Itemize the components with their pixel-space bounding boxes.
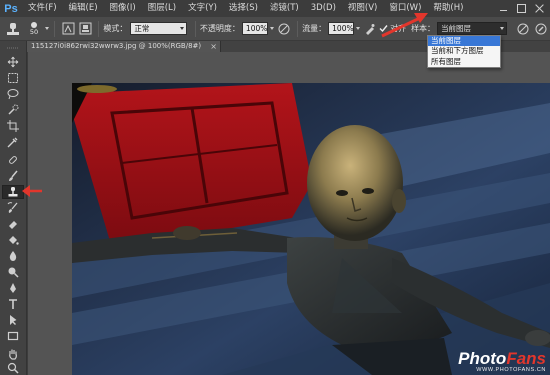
sample-option-all-layers[interactable]: 所有图层 xyxy=(428,57,500,67)
hand-tool[interactable] xyxy=(2,347,24,361)
statue-photo xyxy=(72,83,550,375)
minimize-icon[interactable] xyxy=(499,4,508,13)
separator xyxy=(98,20,100,37)
clone-source-panel-icon[interactable] xyxy=(77,20,94,38)
menu-file[interactable]: 文件(F) xyxy=(22,0,63,17)
pen-tool[interactable] xyxy=(2,281,24,295)
chevron-down-icon xyxy=(500,27,505,30)
menu-edit[interactable]: 编辑(E) xyxy=(63,0,104,17)
menu-image[interactable]: 图像(I) xyxy=(104,0,142,17)
maximize-icon[interactable] xyxy=(517,4,526,13)
mode-value: 正常 xyxy=(134,24,150,33)
zoom-tool[interactable] xyxy=(2,361,24,375)
rectangle-tool[interactable] xyxy=(2,329,24,343)
menu-filter[interactable]: 滤镜(T) xyxy=(264,0,305,17)
menu-bar: Ps 文件(F) 编辑(E) 图像(I) 图层(L) 文字(Y) 选择(S) 滤… xyxy=(0,0,550,17)
sample-value: 当前图层 xyxy=(441,24,472,33)
move-tool[interactable] xyxy=(2,55,24,69)
crop-tool[interactable] xyxy=(2,119,24,133)
marquee-tool[interactable] xyxy=(2,71,24,85)
clone-stamp-preset-icon[interactable] xyxy=(0,20,25,38)
opacity-input[interactable]: 100% xyxy=(241,22,268,35)
menu-select[interactable]: 选择(S) xyxy=(223,0,264,17)
brush-picker-caret-icon[interactable] xyxy=(43,20,51,38)
annotation-arrow-icon xyxy=(381,13,428,38)
mode-select[interactable]: 正常 xyxy=(130,22,187,35)
flow-value: 100% xyxy=(332,24,354,33)
separator xyxy=(54,20,56,37)
photoshop-logo: Ps xyxy=(4,2,18,15)
ignore-adjustment-layers-icon[interactable] xyxy=(513,20,532,38)
opacity-label: 不透明度： xyxy=(199,24,240,33)
panel-grip-icon[interactable] xyxy=(2,45,24,51)
eyedropper-tool[interactable] xyxy=(2,135,24,149)
opacity-slider-caret-icon[interactable] xyxy=(268,20,276,38)
brush-tool[interactable] xyxy=(2,169,24,183)
menu-view[interactable]: 视图(V) xyxy=(342,0,383,17)
clone-stamp-tool[interactable] xyxy=(2,185,24,199)
blur-tool[interactable] xyxy=(2,249,24,263)
flow-label: 流量： xyxy=(302,24,327,33)
document-image[interactable] xyxy=(72,83,550,375)
menu-type[interactable]: 文字(Y) xyxy=(182,0,223,17)
brush-panel-toggle-icon[interactable] xyxy=(59,20,76,38)
healing-brush-tool[interactable] xyxy=(2,153,24,167)
sample-option-current-and-below[interactable]: 当前和下方图层 xyxy=(428,46,500,56)
watermark-logo: PhotoFans xyxy=(458,349,546,368)
flow-input[interactable]: 100% xyxy=(328,22,355,35)
flow-slider-caret-icon[interactable] xyxy=(354,20,362,38)
canvas-edge xyxy=(27,52,28,375)
mode-label: 模式： xyxy=(103,24,128,33)
opacity-value: 100% xyxy=(245,24,268,33)
eraser-tool[interactable] xyxy=(2,217,24,231)
annotation-arrow-icon xyxy=(22,185,42,197)
document-tab[interactable]: 115127i0i862rwi32wwrw3.jpg @ 100%(RGB/8#… xyxy=(27,41,221,52)
pressure-size-icon[interactable] xyxy=(533,20,550,38)
close-document-icon[interactable]: × xyxy=(210,42,217,51)
document-title: 115127i0i862rwi32wwrw3.jpg @ 100%(RGB/8#… xyxy=(31,42,202,50)
separator xyxy=(297,20,299,37)
paint-bucket-tool[interactable] xyxy=(2,233,24,247)
separator xyxy=(194,20,196,37)
lasso-tool[interactable] xyxy=(2,87,24,101)
tools-panel xyxy=(0,41,27,375)
chevron-down-icon xyxy=(179,27,184,30)
menu-layer[interactable]: 图层(L) xyxy=(142,0,182,17)
brush-size-value: 50 xyxy=(29,27,39,36)
watermark: PhotoFans WWW.PHOTOFANS.CN xyxy=(458,350,546,373)
menu-3d[interactable]: 3D(D) xyxy=(305,0,342,17)
quick-selection-tool[interactable] xyxy=(2,103,24,117)
brush-size-picker[interactable]: 50 xyxy=(25,20,42,38)
history-brush-tool[interactable] xyxy=(2,201,24,215)
window-controls xyxy=(499,0,550,17)
close-icon[interactable] xyxy=(535,4,544,13)
type-tool[interactable] xyxy=(2,297,24,311)
dodge-tool[interactable] xyxy=(2,265,24,279)
sample-dropdown-menu: 当前图层 当前和下方图层 所有图层 xyxy=(427,35,501,68)
airbrush-icon[interactable] xyxy=(362,20,378,38)
sample-select[interactable]: 当前图层 xyxy=(437,22,508,35)
path-selection-tool[interactable] xyxy=(2,313,24,327)
pressure-opacity-icon[interactable] xyxy=(276,20,293,38)
